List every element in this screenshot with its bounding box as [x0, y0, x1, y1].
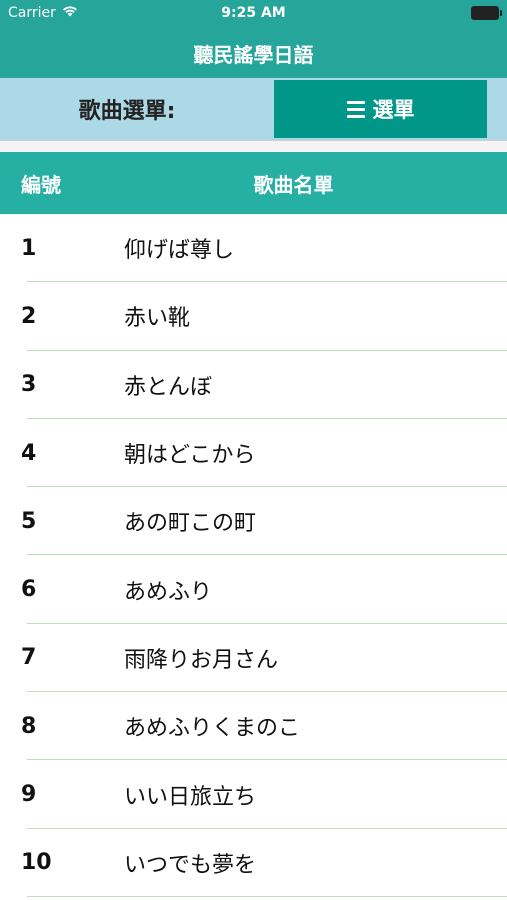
list-item[interactable]: 4 朝はどこから [0, 419, 507, 488]
status-bar: Carrier 9:25 AM [0, 0, 507, 28]
list-item[interactable]: 2 赤い靴 [0, 282, 507, 351]
list-item[interactable]: 7 雨降りお月さん [0, 624, 507, 693]
menu-button[interactable]: 選單 [274, 80, 487, 138]
song-number: 4 [21, 440, 37, 466]
nav-bar: 聽民謠學日語 [0, 28, 507, 78]
battery-icon [471, 6, 502, 20]
song-title: いい日旅立ち [124, 784, 257, 810]
status-time: 9:25 AM [221, 5, 286, 21]
song-title: あの町この町 [124, 511, 257, 537]
table-header: 編號 歌曲名單 [0, 152, 507, 214]
list-item[interactable]: 3 赤とんぼ [0, 351, 507, 420]
song-title: あめふり [124, 579, 213, 605]
song-title: 朝はどこから [124, 443, 256, 469]
song-title: 赤い靴 [124, 306, 191, 332]
list-item[interactable]: 8 あめふりくまのこ [0, 692, 507, 761]
header-song-name: 歌曲名單 [253, 172, 334, 197]
song-number: 3 [21, 372, 37, 398]
song-title: 雨降りお月さん [124, 647, 279, 673]
list-item[interactable]: 10 いつでも夢を [0, 829, 507, 898]
song-number: 7 [21, 645, 37, 671]
page-title: 聽民謠學日語 [193, 42, 314, 67]
song-number: 1 [21, 235, 37, 261]
song-title: いつでも夢を [124, 852, 257, 878]
song-number: 2 [21, 303, 37, 329]
list-item[interactable]: 9 いい日旅立ち [0, 760, 507, 829]
song-selector-row: 歌曲選單: 選單 [0, 78, 507, 140]
song-number: 6 [21, 577, 37, 603]
song-selector-label: 歌曲選單: [78, 99, 176, 124]
song-title: 仰げば尊し [124, 238, 235, 264]
song-number: 9 [21, 782, 37, 808]
song-list: 1 仰げば尊し 2 赤い靴 3 赤とんぼ 4 朝はどこから 5 あの町この町 6… [0, 214, 507, 898]
song-number: 8 [21, 713, 37, 739]
header-number: 編號 [21, 172, 61, 197]
song-title: あめふりくまのこ [124, 716, 301, 742]
song-title: 赤とんぼ [124, 374, 213, 400]
list-item[interactable]: 1 仰げば尊し [0, 214, 507, 283]
song-number: 10 [21, 850, 52, 876]
list-item[interactable]: 5 あの町この町 [0, 487, 507, 556]
menu-button-label: 選單 [372, 99, 415, 122]
list-item[interactable]: 6 あめふり [0, 555, 507, 625]
song-number: 5 [21, 508, 37, 534]
hamburger-icon [346, 100, 365, 118]
